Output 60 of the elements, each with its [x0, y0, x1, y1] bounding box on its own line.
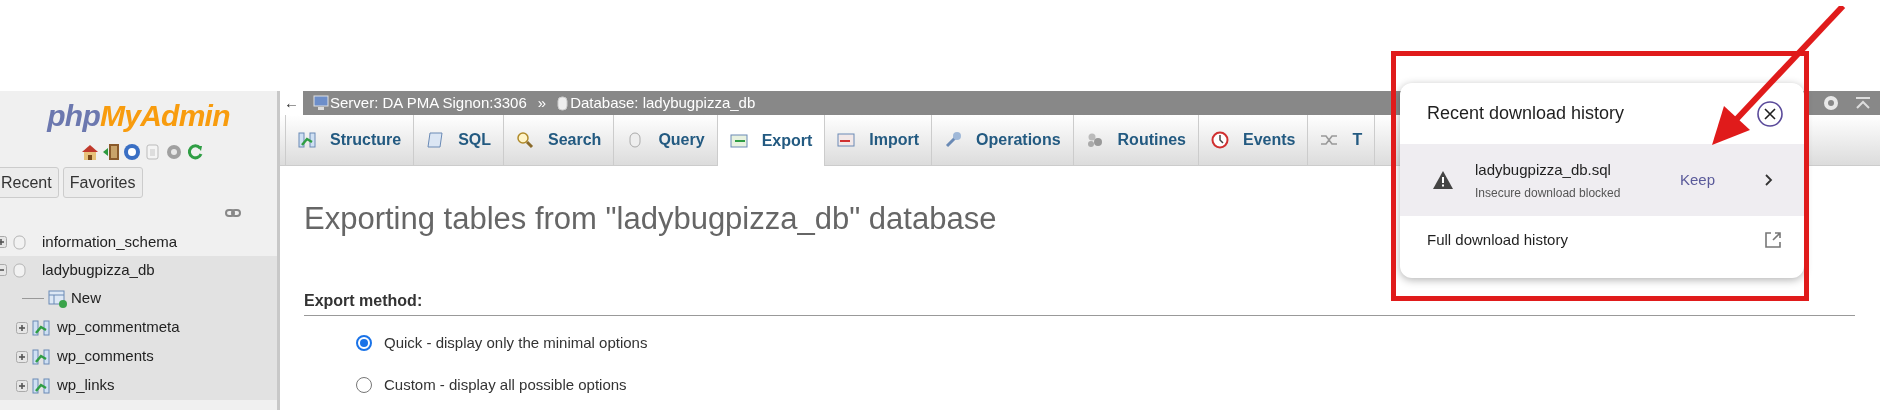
new-table-link[interactable]: New [71, 287, 101, 310]
tab[interactable]: Import [825, 115, 933, 165]
download-item[interactable]: ladybugpizza_db.sql Insecure download blocked Keep [1400, 144, 1804, 216]
tab[interactable]: Structure [286, 115, 415, 165]
table-link[interactable]: wp_links [57, 374, 115, 397]
breadcrumb-separator: » [537, 92, 547, 113]
close-button[interactable] [1756, 99, 1784, 128]
back-button[interactable]: ← [280, 91, 303, 115]
reload-icon [186, 143, 204, 161]
exit-door-icon [102, 143, 120, 161]
database-icon [557, 95, 569, 111]
full-history-link[interactable]: Full download history [1400, 216, 1804, 264]
logo: phpMyAdmin [45, 98, 231, 134]
database-icon [13, 261, 26, 279]
search-icon [516, 131, 534, 149]
tab[interactable]: Search [504, 115, 615, 165]
tab[interactable]: T [1308, 115, 1376, 165]
database-link[interactable]: ladybugpizza_db [42, 258, 155, 282]
page-heading: Exporting tables from "ladybugpizza_db" database [304, 200, 997, 238]
download-status: Insecure download blocked [1475, 184, 1622, 201]
table-structure-icon [32, 347, 51, 366]
tab[interactable]: Routines [1073, 115, 1199, 165]
warning-icon [1432, 170, 1454, 190]
collapse-top-icon [1854, 96, 1872, 110]
nav-tab[interactable]: Favorites [62, 167, 143, 198]
tab[interactable]: Operations [932, 115, 1074, 165]
radio-label: Custom - display all possible options [384, 375, 627, 395]
table-structure-icon [298, 131, 316, 149]
file-name: ladybugpizza_db.sql [1475, 160, 1612, 181]
table-structure-icon [32, 318, 51, 337]
database-icon [13, 233, 26, 251]
external-link-icon [1764, 231, 1782, 249]
server-link[interactable]: Server: DA PMA Signon:3306 [330, 91, 527, 115]
expand-icon [16, 350, 28, 363]
table-link[interactable]: wp_commentmeta [57, 316, 180, 339]
section-heading: Export method: [304, 288, 1855, 316]
close-icon [1757, 100, 1783, 127]
table-link[interactable]: wp_comments [57, 345, 154, 368]
server-icon [313, 95, 329, 111]
document-icon [144, 143, 162, 161]
database-link[interactable]: information_schema [42, 230, 178, 254]
home-icon [81, 143, 99, 161]
expand-icon [16, 321, 28, 334]
radio-button[interactable] [356, 334, 372, 351]
wrench-icon [944, 131, 963, 149]
tab[interactable]: SQL [414, 115, 504, 165]
expand-icon [16, 379, 28, 392]
nav-tab[interactable]: Recent [0, 167, 59, 198]
radio-label: Quick - display only the minimal options [384, 332, 648, 353]
database-link[interactable]: Database: ladybugpizza_db [570, 91, 756, 115]
table-structure-icon [32, 376, 51, 395]
new-table-icon [48, 289, 67, 308]
chevron-right-icon [1764, 173, 1774, 187]
keep-button[interactable]: Keep [1680, 168, 1716, 192]
link-icon [225, 208, 241, 218]
popup-title: Recent download history [1427, 102, 1625, 125]
tab[interactable]: Export [717, 115, 826, 166]
tab[interactable]: Events [1199, 115, 1309, 165]
clock-icon [1211, 131, 1229, 149]
tab[interactable]: Query [614, 115, 718, 165]
